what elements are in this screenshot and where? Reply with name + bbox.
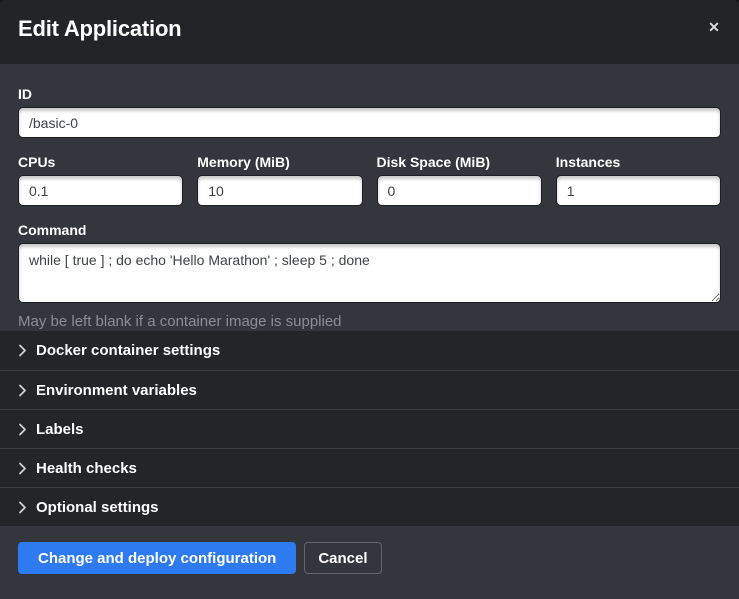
- chevron-right-icon: [18, 384, 27, 397]
- memory-input[interactable]: [197, 175, 362, 206]
- disk-field-group: Disk Space (MiB): [377, 154, 542, 206]
- id-label: ID: [18, 86, 721, 102]
- section-label: Environment variables: [36, 382, 197, 399]
- modal-title: Edit Application: [18, 16, 721, 42]
- section-label: Labels: [36, 421, 84, 438]
- change-and-deploy-button[interactable]: Change and deploy configuration: [18, 542, 296, 574]
- section-label: Optional settings: [36, 499, 159, 516]
- section-optional-settings[interactable]: Optional settings: [0, 487, 739, 526]
- edit-application-modal: Edit Application ✕ ID CPUs Memory (MiB) …: [0, 0, 739, 599]
- section-health-checks[interactable]: Health checks: [0, 448, 739, 487]
- cpus-input[interactable]: [18, 175, 183, 206]
- section-labels[interactable]: Labels: [0, 409, 739, 448]
- section-label: Health checks: [36, 460, 137, 477]
- id-input[interactable]: [18, 107, 721, 138]
- disk-label: Disk Space (MiB): [377, 154, 542, 170]
- resources-row: CPUs Memory (MiB) Disk Space (MiB) Insta…: [18, 154, 721, 206]
- command-field-group: Command while [ true ] ; do echo 'Hello …: [18, 222, 721, 330]
- memory-label: Memory (MiB): [197, 154, 362, 170]
- section-label: Docker container settings: [36, 342, 220, 359]
- section-docker-container-settings[interactable]: Docker container settings: [0, 331, 739, 370]
- disk-input[interactable]: [377, 175, 542, 206]
- memory-field-group: Memory (MiB): [197, 154, 362, 206]
- instances-field-group: Instances: [556, 154, 721, 206]
- modal-footer: Change and deploy configuration Cancel: [0, 526, 739, 599]
- chevron-right-icon: [18, 423, 27, 436]
- instances-input[interactable]: [556, 175, 721, 206]
- chevron-right-icon: [18, 462, 27, 475]
- command-help-text: May be left blank if a container image i…: [18, 313, 721, 330]
- modal-header: Edit Application ✕: [0, 0, 739, 64]
- instances-label: Instances: [556, 154, 721, 170]
- close-icon[interactable]: ✕: [703, 16, 725, 38]
- cpus-label: CPUs: [18, 154, 183, 170]
- command-label: Command: [18, 222, 721, 238]
- section-environment-variables[interactable]: Environment variables: [0, 370, 739, 409]
- chevron-right-icon: [18, 501, 27, 514]
- command-textarea[interactable]: while [ true ] ; do echo 'Hello Marathon…: [18, 243, 721, 303]
- cancel-button[interactable]: Cancel: [304, 542, 381, 574]
- id-field-group: ID: [18, 86, 721, 138]
- chevron-right-icon: [18, 344, 27, 357]
- form-body: ID CPUs Memory (MiB) Disk Space (MiB) In…: [0, 64, 739, 331]
- accordion-sections: Docker container settings Environment va…: [0, 331, 739, 526]
- cpus-field-group: CPUs: [18, 154, 183, 206]
